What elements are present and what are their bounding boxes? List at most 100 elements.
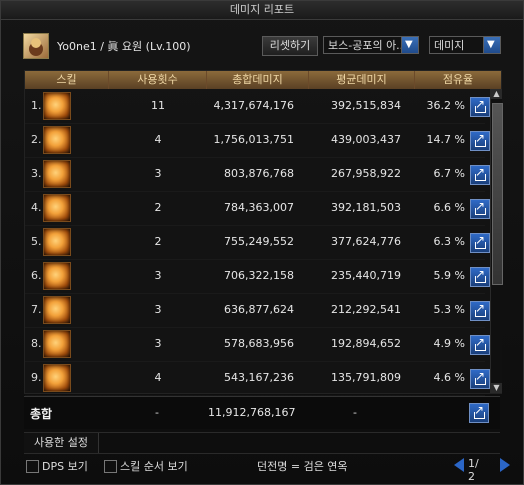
share-icon[interactable] — [470, 131, 490, 151]
player-name: Yo0ne1 / 眞 요원 (Lv.100) — [57, 40, 191, 53]
row-total: 4,317,674,176 — [213, 99, 294, 112]
row-share: 6.7 % — [433, 167, 465, 180]
row-total: 803,876,768 — [224, 167, 294, 180]
totals-usage: - — [155, 406, 159, 419]
chevron-down-icon[interactable] — [401, 37, 418, 53]
row-usage: 3 — [154, 303, 162, 316]
tabs: 사용한 설정 — [24, 432, 500, 454]
row-usage: 4 — [154, 371, 162, 384]
row-usage: 3 — [154, 337, 162, 350]
row-rank: 5. — [31, 235, 42, 248]
table-rows: 1. 11 4,317,674,176 392,515,834 36.2 % 2… — [25, 89, 490, 396]
share-icon[interactable] — [470, 199, 490, 219]
skill-order-checkbox[interactable] — [104, 460, 117, 473]
skill-icon — [43, 296, 71, 324]
metric-select-value: 데미지 — [434, 39, 465, 52]
scroll-up-icon[interactable]: ▲ — [491, 89, 502, 99]
row-avg: 135,791,809 — [331, 371, 401, 384]
share-icon[interactable] — [470, 301, 490, 321]
row-share: 5.9 % — [433, 269, 465, 282]
reset-button[interactable]: 리셋하기 — [262, 36, 318, 56]
table-row: 2. 4 1,756,013,751 439,003,437 14.7 % — [25, 123, 490, 158]
dps-checkbox[interactable] — [26, 460, 39, 473]
skill-icon — [43, 330, 71, 358]
row-share: 4.9 % — [433, 337, 465, 350]
table-row: 3. 3 803,876,768 267,958,922 6.7 % — [25, 157, 490, 192]
row-rank: 1. — [31, 99, 42, 112]
table-row: 4. 2 784,363,007 392,181,503 6.6 % — [25, 191, 490, 226]
row-rank: 7. — [31, 303, 42, 316]
chevron-down-icon[interactable] — [483, 37, 500, 53]
row-total: 543,167,236 — [224, 371, 294, 384]
row-share: 6.6 % — [433, 201, 465, 214]
row-rank: 8. — [31, 337, 42, 350]
share-icon[interactable] — [470, 233, 490, 253]
table-scrollbar[interactable]: ▲ ▼ — [490, 89, 503, 393]
table-row: 8. 3 578,683,956 192,894,652 4.9 % — [25, 327, 490, 362]
metric-select[interactable]: 데미지 — [429, 36, 501, 54]
row-avg: 377,624,776 — [331, 235, 401, 248]
row-usage: 3 — [154, 167, 162, 180]
share-icon[interactable] — [469, 403, 489, 423]
skill-icon — [43, 228, 71, 256]
totals-avg: - — [353, 406, 357, 419]
skill-icon — [43, 126, 71, 154]
window-title: 데미지 리포트 — [1, 1, 523, 20]
table-row: 9. 4 543,167,236 135,791,809 4.6 % — [25, 361, 490, 396]
share-icon[interactable] — [470, 165, 490, 185]
col-share: 점유율 — [442, 73, 474, 86]
skill-icon — [43, 160, 71, 188]
totals-total: 11,912,768,167 — [208, 406, 296, 419]
row-usage: 11 — [151, 99, 165, 112]
row-usage: 2 — [154, 235, 162, 248]
share-icon[interactable] — [470, 335, 490, 355]
share-icon[interactable] — [470, 267, 490, 287]
row-total: 636,877,624 — [224, 303, 294, 316]
table-row: 6. 3 706,322,158 235,440,719 5.9 % — [25, 259, 490, 294]
row-total: 784,363,007 — [224, 201, 294, 214]
page-indicator: 1/ 2 — [468, 457, 479, 483]
col-skill: 스킬 — [25, 71, 109, 89]
row-rank: 3. — [31, 167, 42, 180]
row-avg: 235,440,719 — [331, 269, 401, 282]
page-prev-icon[interactable] — [454, 458, 464, 472]
scroll-down-icon[interactable]: ▼ — [491, 383, 502, 393]
dungeon-name: 던전명 = 검은 연옥 — [257, 460, 348, 473]
table-row: 1. 11 4,317,674,176 392,515,834 36.2 % — [25, 89, 490, 124]
boss-select-value: 보스-공포의 아.. — [328, 39, 404, 52]
footer: DPS 보기 스킬 순서 보기 던전명 = 검은 연옥 1/ 2 — [24, 457, 510, 483]
share-icon[interactable] — [470, 369, 490, 389]
col-usage: 사용횟수 — [109, 71, 207, 89]
dps-label: DPS 보기 — [42, 460, 88, 473]
skill-icon — [43, 262, 71, 290]
boss-select[interactable]: 보스-공포의 아.. — [323, 36, 419, 54]
totals-label: 총합 — [30, 407, 53, 421]
skill-icon — [43, 92, 71, 120]
share-icon[interactable] — [470, 97, 490, 117]
row-total: 578,683,956 — [224, 337, 294, 350]
row-rank: 4. — [31, 201, 42, 214]
skill-order-label: 스킬 순서 보기 — [120, 460, 188, 473]
table-row: 7. 3 636,877,624 212,292,541 5.3 % — [25, 293, 490, 328]
table-header: 스킬 사용횟수 총합데미지 평균데미지 점유율 — [25, 71, 501, 89]
tab-used-settings[interactable]: 사용한 설정 — [24, 433, 99, 453]
row-rank: 2. — [31, 133, 42, 146]
row-avg: 439,003,437 — [331, 133, 401, 146]
avatar-icon — [23, 33, 49, 59]
skill-icon — [43, 364, 71, 392]
page-next-icon[interactable] — [500, 458, 510, 472]
table-row: 5. 2 755,249,552 377,624,776 6.3 % — [25, 225, 490, 260]
damage-table: 스킬 사용횟수 총합데미지 평균데미지 점유율 1. 11 4,317,674,… — [24, 70, 503, 396]
row-rank: 9. — [31, 371, 42, 384]
col-avg: 평균데미지 — [309, 71, 415, 89]
row-usage: 3 — [154, 269, 162, 282]
row-avg: 212,292,541 — [331, 303, 401, 316]
row-share: 36.2 % — [426, 99, 465, 112]
damage-report-window: 데미지 리포트 Yo0ne1 / 眞 요원 (Lv.100) 리셋하기 보스-공… — [0, 0, 524, 485]
report-header: Yo0ne1 / 眞 요원 (Lv.100) 리셋하기 보스-공포의 아.. 데… — [19, 31, 505, 63]
row-share: 14.7 % — [426, 133, 465, 146]
row-share: 6.3 % — [433, 235, 465, 248]
scroll-thumb[interactable] — [492, 103, 503, 285]
row-total: 706,322,158 — [224, 269, 294, 282]
row-total: 1,756,013,751 — [213, 133, 294, 146]
